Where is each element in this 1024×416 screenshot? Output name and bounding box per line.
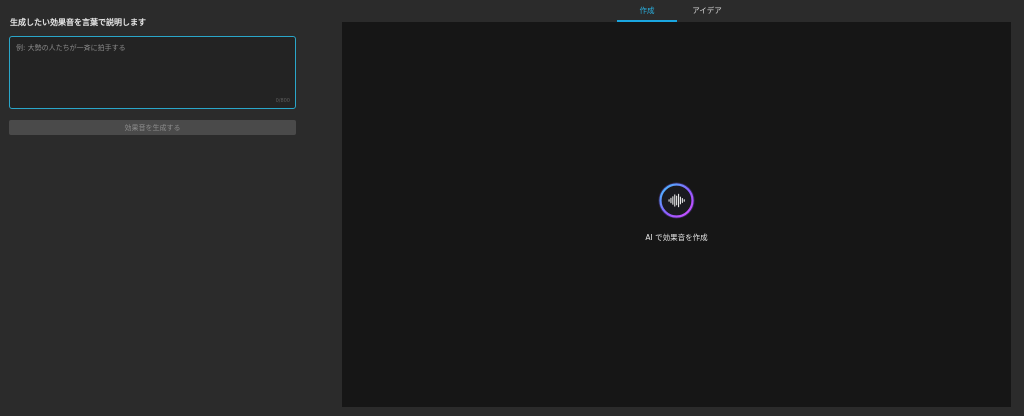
character-counter: 0/800 <box>275 98 290 104</box>
prompt-textarea[interactable] <box>10 37 295 108</box>
preview-caption: AI で効果音を作成 <box>645 233 708 242</box>
prompt-panel: 生成したい効果音を言葉で説明します 0/800 効果音を生成する <box>0 0 312 416</box>
generate-sound-effect-button[interactable]: 効果音を生成する <box>9 120 296 135</box>
app-window: 生成したい効果音を言葉で説明します 0/800 効果音を生成する 作成 アイデア <box>0 0 1024 416</box>
tab-ideas-label: アイデア <box>692 6 722 15</box>
prompt-textarea-container[interactable]: 0/800 <box>9 36 296 109</box>
tab-ideas[interactable]: アイデア <box>677 0 737 22</box>
tab-create-label: 作成 <box>639 6 655 15</box>
sound-wave-icon <box>658 182 695 219</box>
prompt-label: 生成したい効果音を言葉で説明します <box>10 18 146 27</box>
tab-create[interactable]: 作成 <box>617 0 677 22</box>
preview-panel: AI で効果音を作成 <box>342 22 1011 407</box>
